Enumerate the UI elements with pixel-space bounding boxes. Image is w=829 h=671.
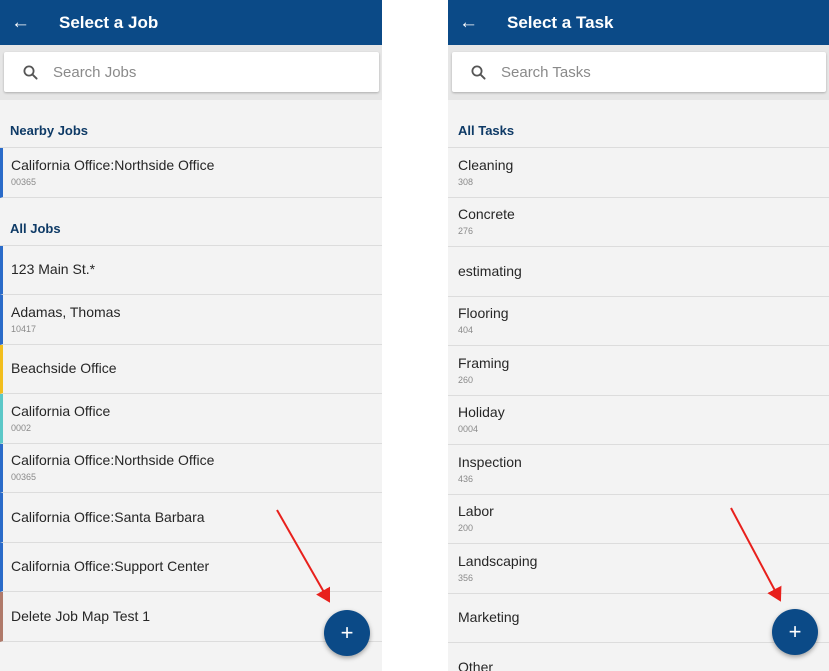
plus-icon: + [340, 620, 354, 645]
list-item-code: 260 [458, 374, 474, 385]
add-task-button[interactable]: + [772, 609, 818, 655]
list-item[interactable]: California Office:Northside Office 00365 [0, 148, 382, 198]
list-item[interactable]: California Office:Santa Barbara [0, 493, 382, 543]
search-box[interactable] [4, 52, 379, 92]
list-item[interactable]: Other [448, 643, 829, 671]
search-area [448, 45, 829, 100]
plus-icon: + [788, 619, 802, 644]
list-item[interactable]: Inspection 436 [448, 445, 829, 495]
all-tasks-heading: All Tasks [448, 100, 829, 148]
list-item-code: 308 [458, 176, 474, 187]
list-item[interactable]: California Office:Northside Office 00365 [0, 443, 382, 493]
list-item[interactable]: Flooring 404 [448, 297, 829, 346]
list-item-name: Framing [458, 354, 510, 371]
app-bar: ← Select a Task [448, 0, 829, 45]
list-item-code: 00365 [11, 176, 37, 187]
list-item[interactable]: Landscaping 356 [448, 544, 829, 594]
list-item-name: California Office:Support Center [11, 558, 210, 575]
search-icon [471, 65, 486, 80]
select-job-screen: ← Select a Job Nearby Jobs California Of… [0, 0, 382, 671]
list-item[interactable]: Labor 200 [448, 495, 829, 544]
list-item-code: 0004 [458, 424, 479, 435]
all-jobs-heading: All Jobs [0, 198, 382, 246]
page-title: Select a Task [507, 12, 614, 32]
list-item[interactable]: Holiday 0004 [448, 396, 829, 445]
add-job-button[interactable]: + [324, 610, 370, 656]
list-item-name: Beachside Office [11, 360, 117, 377]
list-item-name: Adamas, Thomas [11, 303, 121, 320]
search-input[interactable] [499, 62, 753, 82]
list-item-name: Landscaping [458, 552, 538, 569]
list-item[interactable]: Concrete 276 [448, 198, 829, 247]
all-tasks-list: Cleaning 308 Concrete 276 estimating Flooring… [448, 148, 829, 671]
list-item[interactable]: Beachside Office [0, 344, 382, 394]
list-item-code: 356 [458, 572, 474, 583]
list-item-name: Other [458, 658, 494, 671]
list-item[interactable]: 123 Main St.* [0, 245, 382, 295]
page-title: Select a Job [59, 12, 159, 32]
list-item-name: Holiday [458, 404, 505, 421]
list-item-name: California Office [11, 402, 111, 419]
all-jobs-list: 123 Main St.* Adamas, Thomas 10417 Beachsid… [0, 245, 382, 642]
list-item-name: Labor [458, 503, 494, 520]
back-arrow-icon[interactable]: ← [11, 0, 30, 45]
list-item-name: 123 Main St.* [11, 261, 96, 278]
select-task-screen: ← Select a Task All Tasks Cleaning 308 Con… [448, 0, 829, 671]
list-item-name: California Office:Northside Office [11, 156, 215, 173]
nearby-jobs-heading: Nearby Jobs [0, 100, 382, 148]
list-item-code: 00365 [11, 472, 37, 483]
list-item[interactable]: estimating [448, 247, 829, 297]
list-item-name: Inspection [458, 453, 522, 470]
list-item-code: 276 [458, 226, 474, 237]
list-item-code: 0002 [11, 422, 32, 433]
list-item-name: California Office:Santa Barbara [11, 508, 205, 525]
list-item-code: 436 [458, 473, 474, 484]
list-item-name: California Office:Northside Office [11, 452, 215, 469]
nearby-jobs-list: California Office:Northside Office 00365 [0, 148, 382, 198]
list-item[interactable]: Cleaning 308 [448, 148, 829, 198]
list-item-code: 404 [458, 325, 474, 336]
list-item[interactable]: Framing 260 [448, 346, 829, 396]
list-item-name: estimating [458, 262, 522, 279]
list-item[interactable]: California Office:Support Center [0, 542, 382, 592]
list-item-name: Concrete [458, 206, 515, 223]
back-arrow-icon[interactable]: ← [459, 0, 478, 45]
search-area [0, 45, 382, 100]
app-bar: ← Select a Job [0, 0, 382, 45]
list-item[interactable]: Adamas, Thomas 10417 [0, 295, 382, 345]
list-item-name: Cleaning [458, 156, 514, 173]
list-item[interactable]: California Office 0002 [0, 394, 382, 444]
list-item-code: 10417 [11, 323, 37, 334]
search-icon [23, 65, 38, 80]
search-box[interactable] [452, 52, 826, 92]
search-input[interactable] [51, 62, 305, 82]
list-item-name: Flooring [458, 305, 509, 322]
list-item-code: 200 [458, 523, 474, 534]
